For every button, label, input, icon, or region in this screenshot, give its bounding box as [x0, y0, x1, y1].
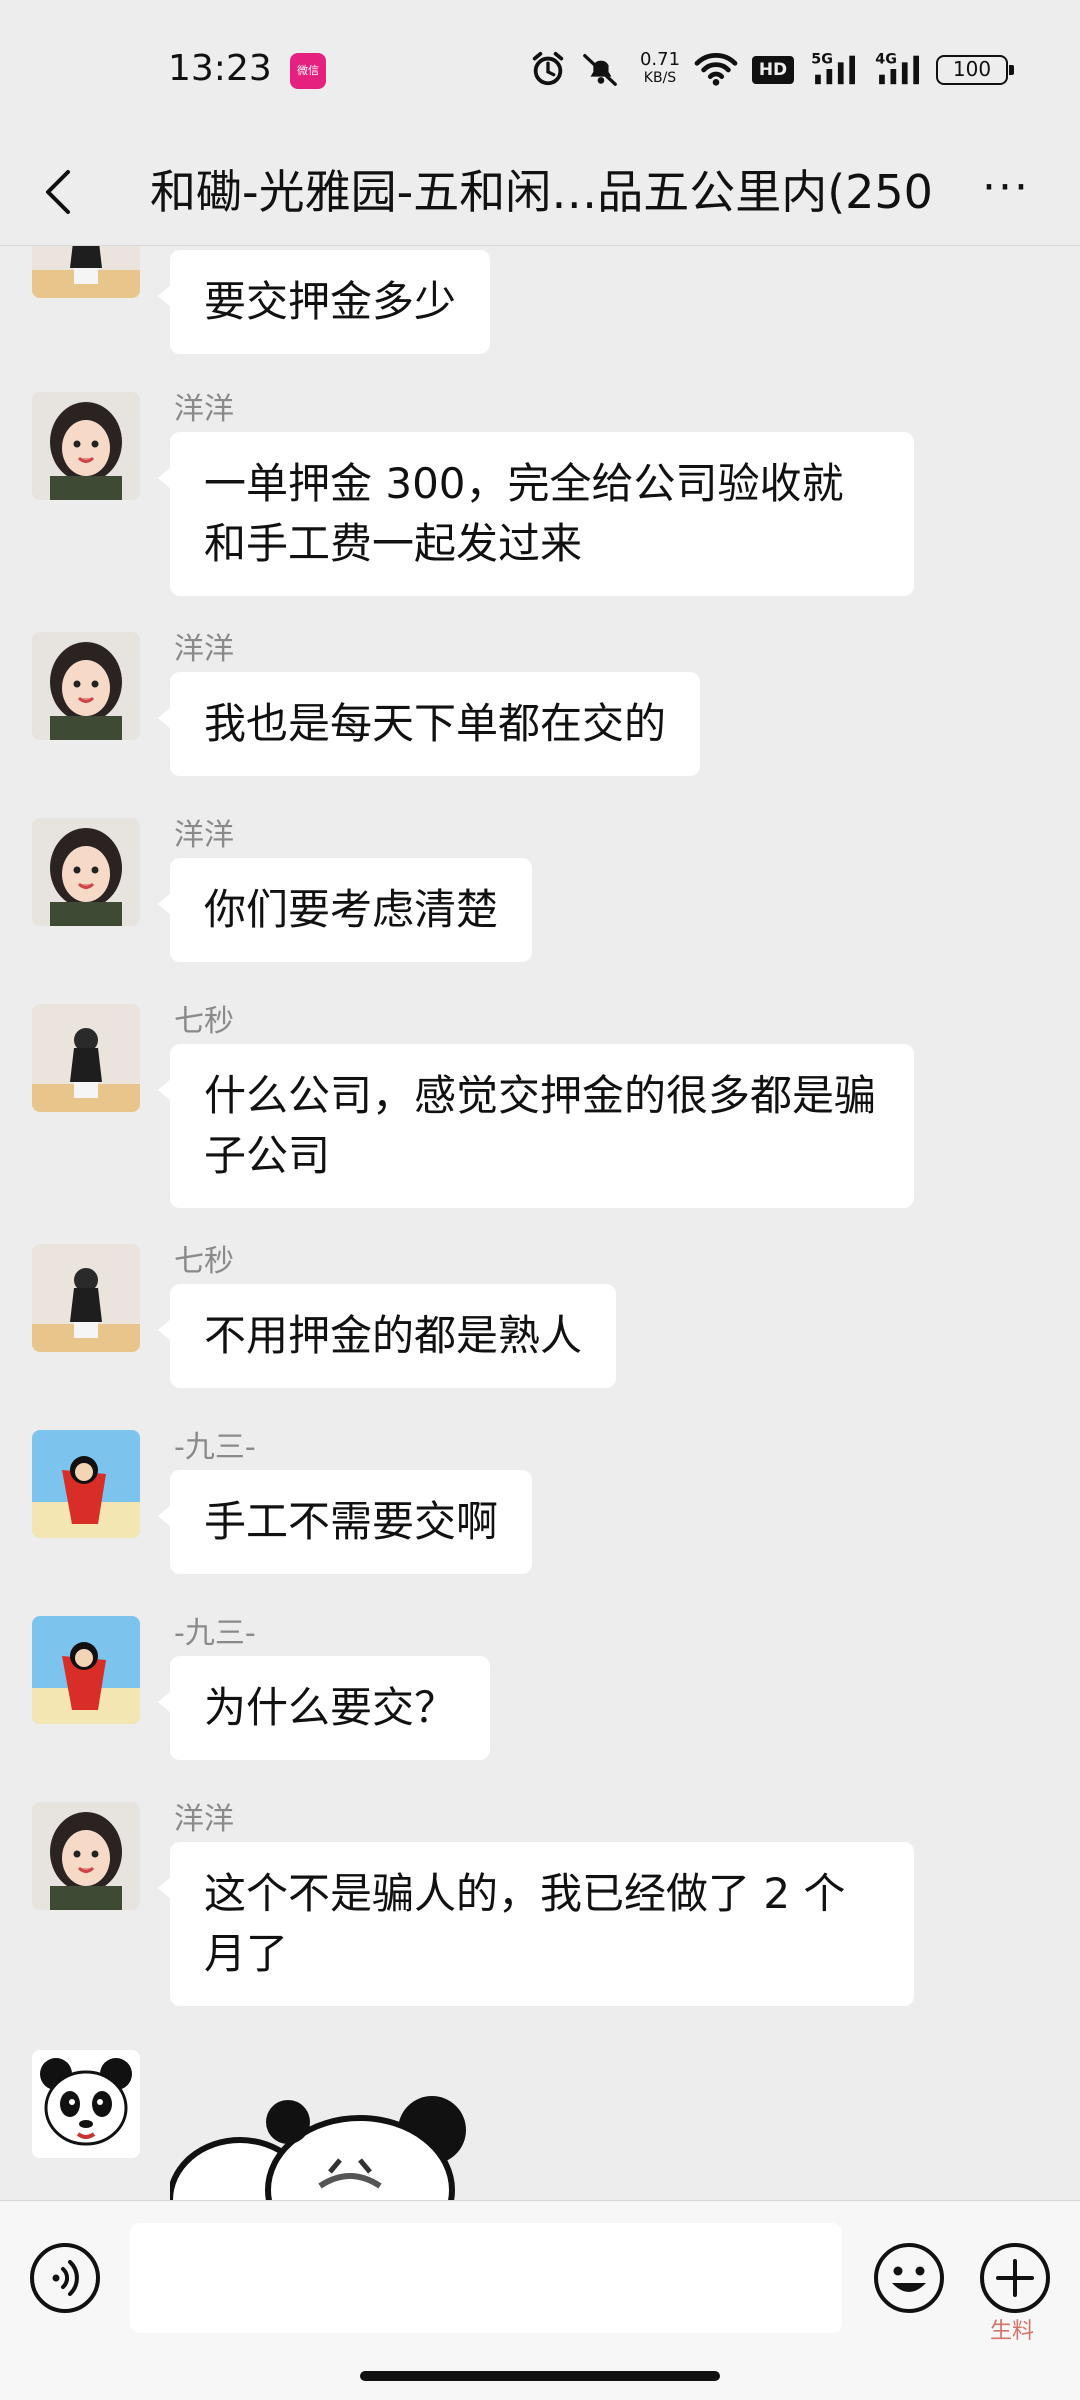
message-list[interactable]: 要交押金多少 洋洋 一单押金 300，完全给公司验收就和手工费一起发过来 洋洋 … — [0, 246, 1080, 2200]
message-input[interactable] — [130, 2223, 842, 2333]
message-bubble[interactable]: 要交押金多少 — [157, 250, 491, 354]
status-bar: 13:23 微信 0.71 KB/S HD 5G 4G 100 — [0, 0, 1080, 140]
girl-face-avatar[interactable] — [32, 392, 140, 500]
sender-name: 洋洋 — [174, 1802, 234, 1837]
hd-voice-icon: HD — [752, 56, 794, 84]
message-bubble[interactable]: 这个不是骗人的，我已经做了 2 个月了 — [158, 1842, 914, 2006]
back-arrow-icon[interactable] — [28, 160, 92, 224]
message-bubble[interactable]: 手工不需要交啊 — [157, 1470, 533, 1574]
chat-header: 和磡-光雅园-五和闲…品五公里内(250) ··· — [0, 140, 1080, 246]
girl-face-avatar[interactable] — [32, 632, 140, 740]
emoji-icon[interactable] — [872, 2241, 946, 2315]
message-bubble[interactable]: 什么公司，感觉交押金的很多都是骗子公司 — [158, 1044, 914, 1208]
girl-face-avatar[interactable] — [32, 818, 140, 926]
app-notification-icon: 微信 — [290, 53, 326, 89]
girl-back-avatar[interactable] — [32, 1004, 140, 1112]
network-speed: 0.71 KB/S — [635, 50, 685, 88]
girl-back-avatar[interactable] — [32, 1244, 140, 1352]
wifi-icon — [694, 52, 738, 86]
home-indicator[interactable] — [360, 2371, 720, 2381]
chat-input-bar: 生料 — [0, 2200, 1080, 2400]
message-bubble[interactable]: 为什么要交？ — [157, 1656, 491, 1760]
network-speed-value: 0.71 — [639, 49, 681, 70]
chat-title[interactable]: 和磡-光雅园-五和闲…品五公里内(250) — [150, 162, 930, 222]
message-bubble[interactable]: 我也是每天下单都在交的 — [157, 672, 701, 776]
message-bubble[interactable]: 一单押金 300，完全给公司验收就和手工费一起发过来 — [158, 432, 914, 596]
watermark-logo: 生料 — [990, 2319, 1035, 2344]
girl-face-avatar[interactable] — [32, 1802, 140, 1910]
sender-name: 洋洋 — [174, 818, 234, 853]
battery-icon: 100 — [936, 55, 1014, 85]
status-time: 13:23 — [168, 48, 272, 89]
network-speed-unit: KB/S — [643, 70, 677, 86]
panda-avatar[interactable] — [32, 2050, 140, 2158]
alarm-icon — [532, 51, 564, 86]
voice-input-icon[interactable] — [28, 2241, 102, 2315]
signal-5g-icon: 5G — [811, 51, 855, 85]
mute-bell-icon — [583, 54, 617, 86]
cartoon-avatar[interactable] — [32, 1616, 140, 1724]
panda-sticker[interactable] — [170, 2090, 550, 2200]
sender-name: -九三- — [174, 1616, 256, 1651]
signal-4g-icon: 4G — [875, 51, 919, 85]
message-bubble[interactable]: 不用押金的都是熟人 — [157, 1284, 617, 1388]
sender-name: 洋洋 — [174, 632, 234, 667]
sender-name: 七秒 — [174, 1244, 234, 1279]
girl-back-avatar[interactable] — [32, 246, 140, 298]
sender-name: -九三- — [174, 1430, 256, 1465]
sender-name: 七秒 — [174, 1004, 234, 1039]
message-bubble[interactable]: 你们要考虑清楚 — [157, 858, 533, 962]
cartoon-avatar[interactable] — [32, 1430, 140, 1538]
signal-4g-label: 4G — [875, 51, 897, 67]
signal-5g-label: 5G — [811, 51, 833, 67]
more-options-button[interactable]: ··· — [970, 160, 1042, 224]
sender-name: 洋洋 — [174, 392, 234, 427]
add-more-icon[interactable] — [978, 2241, 1052, 2315]
